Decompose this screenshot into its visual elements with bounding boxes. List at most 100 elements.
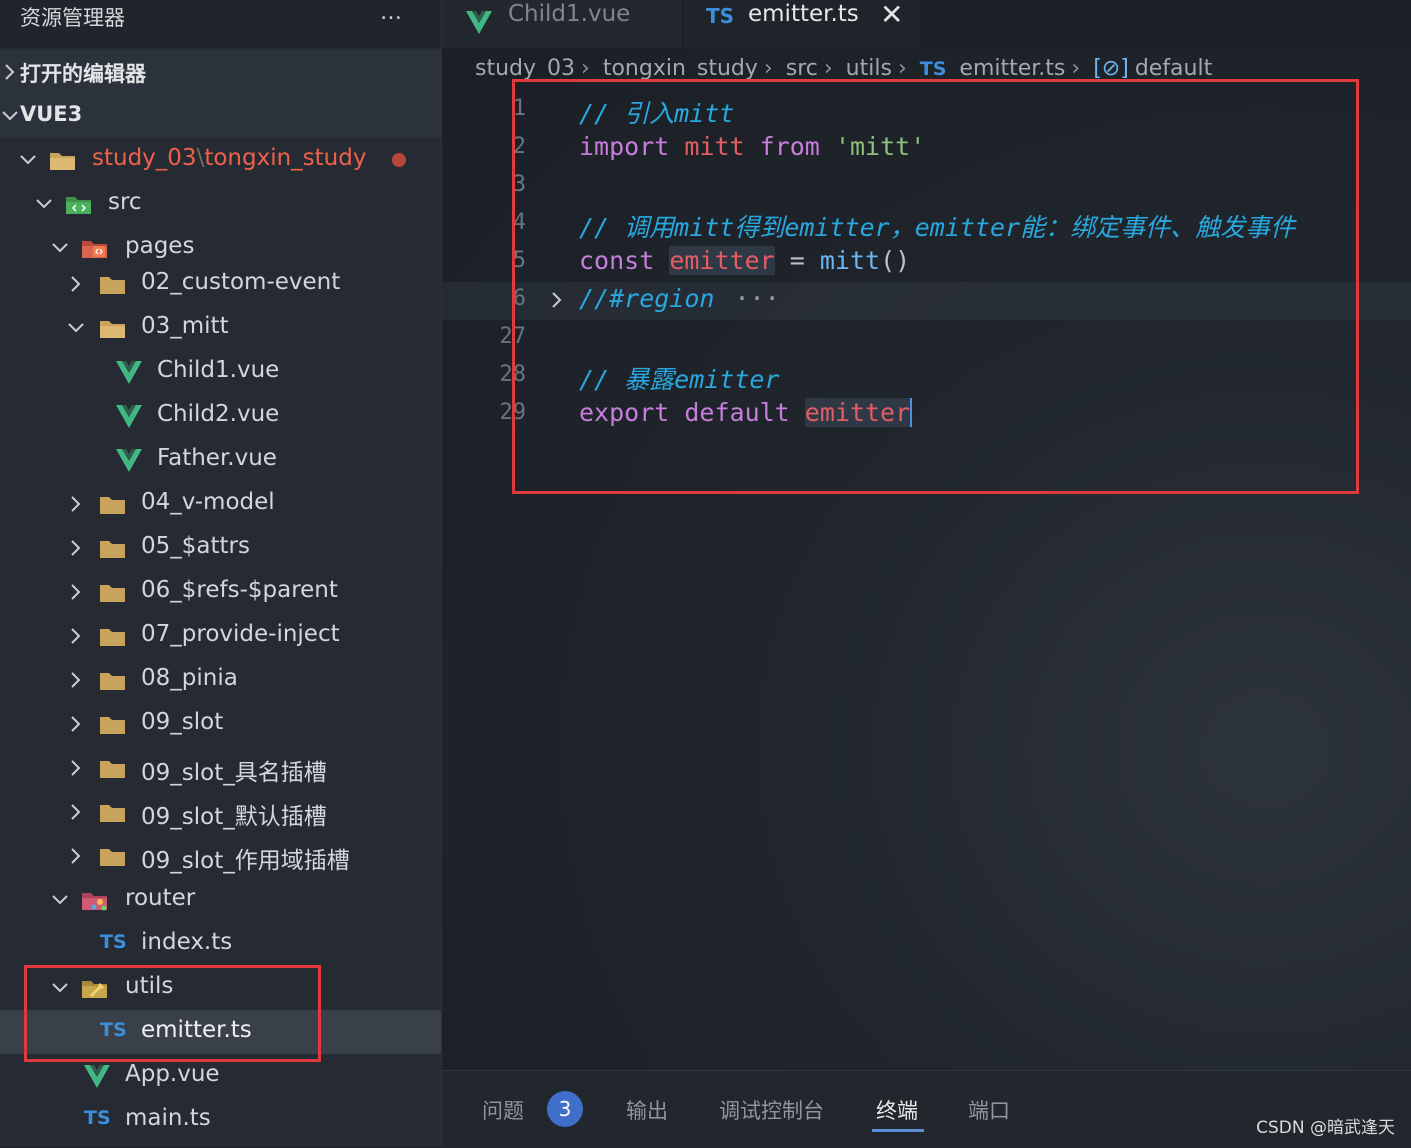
tab-output[interactable]: 输出: [626, 1095, 668, 1125]
tree-item-folder[interactable]: 03_mitt: [0, 306, 441, 350]
tree-item-folder[interactable]: 09_slot_默认插槽: [0, 790, 441, 834]
fold-chevron-icon[interactable]: [548, 291, 566, 309]
explorer-header: 资源管理器 …: [0, 0, 441, 48]
line-number: 3: [512, 172, 526, 197]
line-number: 27: [499, 324, 527, 349]
tree-label: main.ts: [125, 1105, 211, 1131]
tree-label: index.ts: [141, 929, 233, 955]
tree-label: 02_custom-event: [141, 269, 341, 295]
breadcrumb-item[interactable]: tongxin_study: [603, 56, 758, 81]
tab-problems[interactable]: 问题: [482, 1095, 524, 1125]
code-text: export default emitter: [579, 398, 913, 427]
editor-area[interactable]: Child1.vue TS emitter.ts ✕ study_03 › ton…: [442, 0, 1411, 1070]
chevron-down-icon: [68, 323, 84, 333]
tab-debug-console[interactable]: 调试控制台: [719, 1095, 824, 1125]
tree-item-file-selected[interactable]: TS emitter.ts: [0, 1010, 441, 1054]
tree-item-folder[interactable]: 07_provide-inject: [0, 614, 441, 658]
tree-item-utils[interactable]: utils: [0, 966, 441, 1010]
code-line: 3: [442, 168, 1411, 206]
close-icon[interactable]: ✕: [880, 0, 903, 31]
line-number: 6: [512, 286, 526, 311]
tree-item-folder[interactable]: 09_slot_具名插槽: [0, 746, 441, 790]
tree-item-folder[interactable]: 08_pinia: [0, 658, 441, 702]
tree-item-src[interactable]: src: [0, 182, 441, 226]
code-text: //#region ···: [579, 284, 780, 313]
open-editors-section[interactable]: 打开的编辑器: [0, 50, 441, 94]
folder-open-icon: [100, 321, 125, 338]
tree-label: 09_slot_默认插槽: [141, 804, 327, 830]
line-number: 28: [499, 362, 527, 387]
tree-label: Child1.vue: [157, 357, 280, 383]
chevron-right-icon: [71, 496, 81, 512]
code-line: 1 // 引入mitt: [442, 92, 1411, 130]
chevron-right-icon: ›: [763, 56, 773, 81]
tree-item-folder[interactable]: 02_custom-event: [0, 262, 441, 306]
code-line: 2 import mitt from 'mitt': [442, 130, 1411, 168]
code-line: 4 // 调用mitt得到emitter，emitter能：绑定事件、触发事件: [442, 206, 1411, 244]
more-actions-icon[interactable]: …: [380, 0, 403, 25]
folder-utils-icon: [82, 981, 107, 998]
tree-label: 03_mitt: [141, 313, 229, 339]
tree-item-folder[interactable]: 09_slot_作用域插槽: [0, 834, 441, 878]
chevron-right-icon: [71, 760, 81, 776]
tree-item-file[interactable]: Child1.vue: [0, 350, 441, 394]
tab-ports[interactable]: 端口: [968, 1095, 1010, 1125]
code-comment: // 调用mitt得到emitter，emitter能：绑定事件、触发事件: [579, 213, 1296, 242]
breadcrumb-file[interactable]: emitter.ts: [959, 56, 1065, 81]
tree-item-folder[interactable]: 04_v-model: [0, 482, 441, 526]
tree-label: emitter.ts: [141, 1017, 252, 1043]
chevron-down-icon: [36, 199, 52, 209]
active-tab-indicator: [872, 1129, 924, 1132]
folded-ellipsis[interactable]: ···: [734, 284, 779, 313]
tree-item-file[interactable]: TS main.ts: [0, 1098, 441, 1142]
symbol-variable-icon: [⊘]: [1093, 56, 1129, 81]
vue-file-icon: [116, 449, 142, 472]
breadcrumb-item[interactable]: utils: [846, 56, 892, 81]
tree-item-root[interactable]: study_03\tongxin_study: [0, 138, 441, 182]
typescript-file-icon: TS: [84, 1107, 111, 1129]
tree-label: 09_slot_作用域插槽: [141, 848, 350, 874]
code-text: const emitter = mitt(): [579, 246, 911, 275]
tree-label: pages: [125, 233, 195, 259]
chevron-right-icon: [71, 276, 81, 292]
tree-item-folder[interactable]: 06_$refs-$parent: [0, 570, 441, 614]
tab-child1[interactable]: Child1.vue: [442, 0, 682, 48]
tree-label: 09_slot: [141, 709, 224, 735]
tree-item-file[interactable]: TS index.ts: [0, 922, 441, 966]
code-line-folded: 6 //#region ···: [442, 282, 1411, 320]
tree-label: 09_slot_具名插槽: [141, 760, 327, 786]
chevron-right-icon: [71, 584, 81, 600]
tree-label: 08_pinia: [141, 665, 238, 691]
chevron-down-icon: [52, 243, 68, 253]
tab-emitter[interactable]: TS emitter.ts ✕: [684, 0, 920, 48]
line-number: 4: [512, 210, 526, 235]
tree-label: 05_$attrs: [141, 533, 250, 559]
tree-label: App.vue: [125, 1061, 220, 1087]
problems-count-badge: 3: [547, 1091, 583, 1127]
workspace-section[interactable]: VUE3: [0, 94, 441, 138]
tree-item-file[interactable]: Child2.vue: [0, 394, 441, 438]
folder-icon: [100, 805, 125, 822]
tree-item-folder[interactable]: 05_$attrs: [0, 526, 441, 570]
typescript-file-icon: TS: [706, 4, 735, 28]
breadcrumb-symbol[interactable]: default: [1135, 56, 1212, 81]
chevron-right-icon: [71, 804, 81, 820]
explorer-sidebar: 资源管理器 … 打开的编辑器 VUE3 study_03\tongxin_stu…: [0, 0, 442, 1147]
tab-terminal[interactable]: 终端: [876, 1095, 918, 1125]
tree-label: utils: [125, 973, 174, 999]
chevron-right-icon: ›: [823, 56, 833, 81]
tree-item-file[interactable]: App.vue: [0, 1054, 441, 1098]
folder-icon: [100, 277, 125, 294]
tree-item-file[interactable]: Father.vue: [0, 438, 441, 482]
tree-item-router[interactable]: router: [0, 878, 441, 922]
breadcrumb-item[interactable]: study_03: [475, 56, 575, 81]
code-line: 27: [442, 320, 1411, 358]
workspace-label: VUE3: [20, 102, 83, 126]
typescript-file-icon: TS: [919, 58, 947, 80]
explorer-title: 资源管理器: [20, 6, 125, 30]
breadcrumb-item[interactable]: src: [786, 56, 818, 81]
tree-label: src: [108, 189, 142, 215]
folder-icon: [100, 717, 125, 734]
chevron-down-icon: [52, 983, 68, 993]
tree-item-folder[interactable]: 09_slot: [0, 702, 441, 746]
